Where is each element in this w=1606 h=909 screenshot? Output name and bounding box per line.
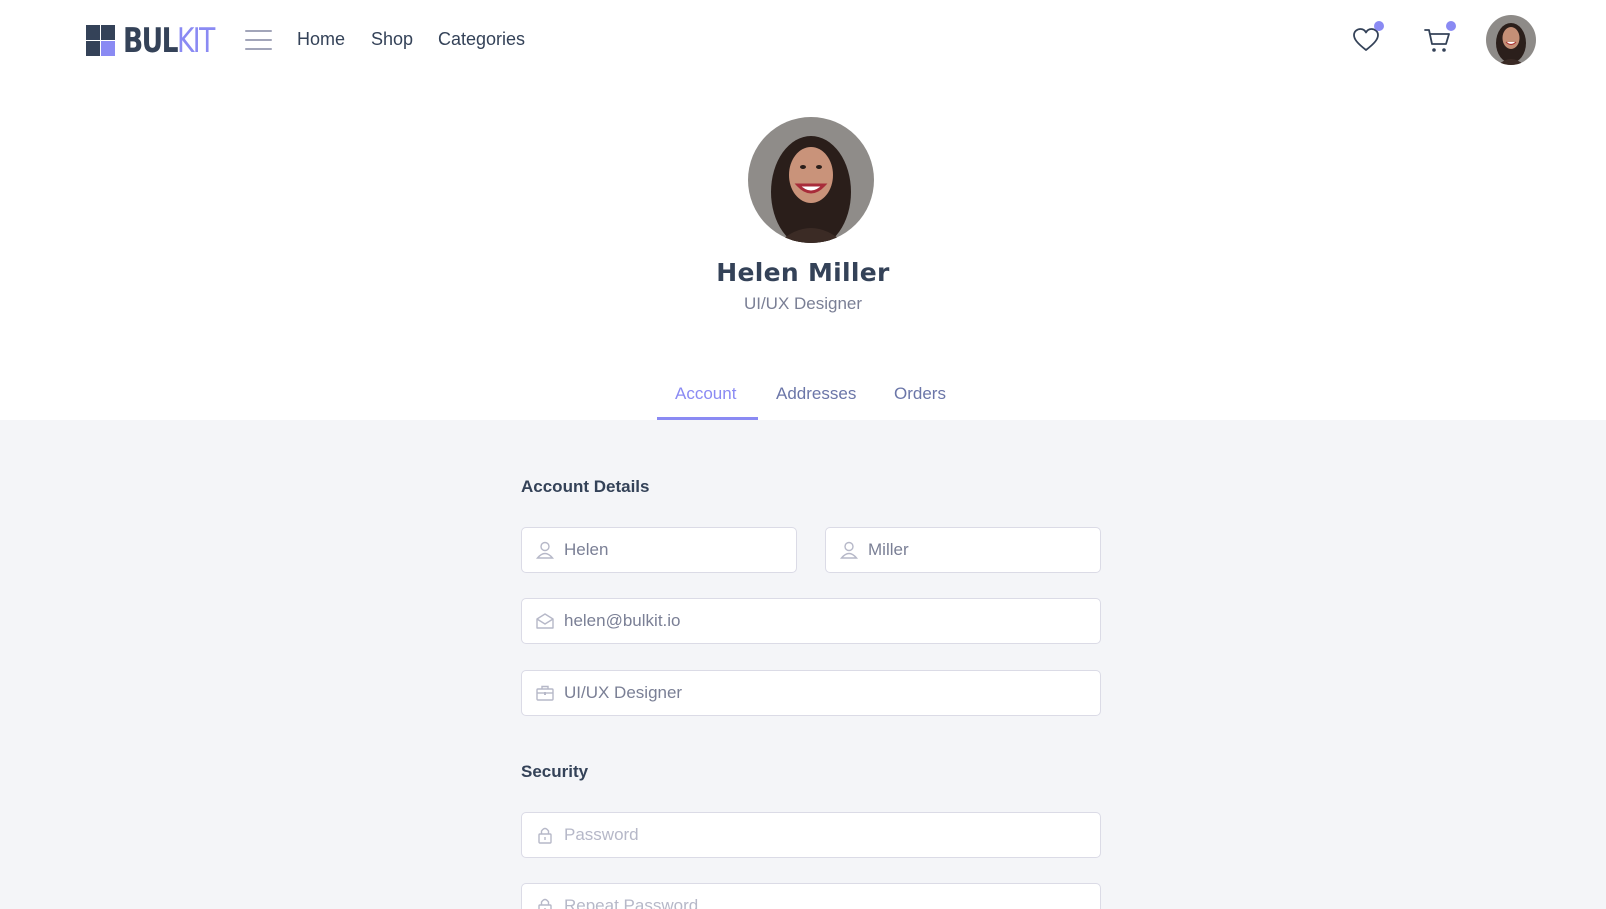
tab-addresses[interactable]: Addresses bbox=[776, 384, 856, 420]
job-title-field[interactable] bbox=[521, 670, 1101, 716]
lock-icon bbox=[534, 895, 556, 909]
user-avatar[interactable] bbox=[1486, 15, 1536, 65]
briefcase-icon bbox=[534, 682, 556, 704]
last-name-field[interactable] bbox=[825, 527, 1101, 573]
repeat-password-input[interactable] bbox=[564, 896, 1092, 909]
tab-orders[interactable]: Orders bbox=[894, 384, 946, 420]
profile-name: Helen Miller bbox=[716, 258, 890, 287]
user-icon bbox=[838, 539, 860, 561]
repeat-password-field[interactable] bbox=[521, 883, 1101, 909]
lock-icon bbox=[534, 824, 556, 846]
email-field[interactable] bbox=[521, 598, 1101, 644]
cart-badge-dot bbox=[1446, 21, 1456, 31]
cart-button[interactable] bbox=[1424, 21, 1456, 54]
wishlist-button[interactable] bbox=[1352, 21, 1384, 53]
cart-icon bbox=[1424, 29, 1450, 52]
account-details-title: Account Details bbox=[521, 477, 650, 496]
tab-account[interactable]: Account bbox=[675, 384, 736, 420]
first-name-field[interactable] bbox=[521, 527, 797, 573]
brand-logo[interactable]: BULKIT bbox=[86, 24, 239, 58]
first-name-input[interactable] bbox=[564, 540, 788, 560]
nav-link-categories[interactable]: Categories bbox=[438, 29, 525, 50]
profile-tabs: Account Addresses Orders bbox=[0, 384, 1606, 420]
active-tab-indicator bbox=[657, 417, 758, 420]
nav-link-home[interactable]: Home bbox=[297, 29, 345, 50]
password-input[interactable] bbox=[564, 825, 1092, 845]
last-name-input[interactable] bbox=[868, 540, 1092, 560]
user-icon bbox=[534, 539, 556, 561]
nav-link-shop[interactable]: Shop bbox=[371, 29, 413, 50]
profile-avatar bbox=[748, 117, 874, 243]
brand-wordmark: BULKIT bbox=[123, 21, 215, 61]
email-input[interactable] bbox=[564, 611, 1092, 631]
heart-icon bbox=[1353, 28, 1379, 51]
security-title: Security bbox=[521, 762, 589, 781]
password-field[interactable] bbox=[521, 812, 1101, 858]
menu-icon[interactable] bbox=[245, 30, 272, 50]
mail-icon bbox=[534, 610, 556, 632]
logo-mark-icon bbox=[86, 25, 115, 57]
wishlist-badge-dot bbox=[1374, 21, 1384, 31]
top-navbar: BULKIT Home Shop Categories bbox=[0, 0, 1606, 80]
profile-role: UI/UX Designer bbox=[743, 294, 863, 313]
job-title-input[interactable] bbox=[564, 683, 1092, 703]
